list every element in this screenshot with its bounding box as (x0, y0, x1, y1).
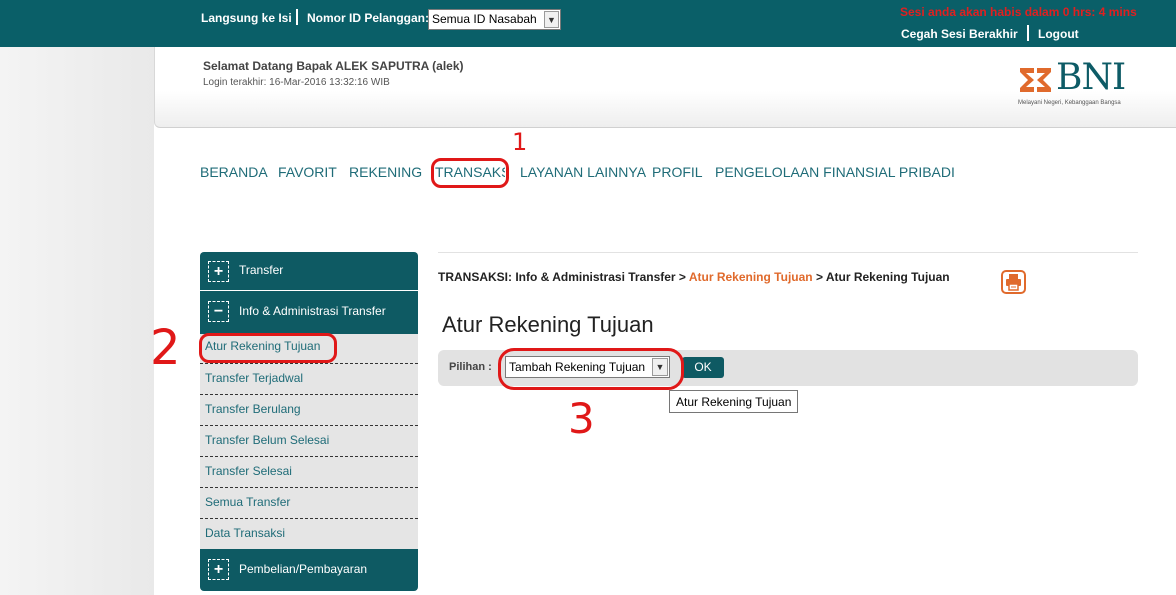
sidebar-item-transfer-terjadwal[interactable]: Transfer Terjadwal (205, 371, 303, 385)
annotation-highlight-transaksi (431, 158, 509, 188)
sidebar-submenu: Atur Rekening Tujuan Transfer Terjadwal … (200, 334, 418, 549)
sidebar-section-label: Transfer (239, 263, 284, 277)
print-icon[interactable] (1001, 270, 1026, 294)
ok-button[interactable]: OK (682, 357, 724, 378)
option-label: Pilihan : (449, 361, 492, 373)
divider (200, 425, 418, 426)
sidebar-section-label: Info & Administrasi Transfer (239, 304, 386, 318)
separator (1027, 25, 1029, 41)
nav-pengelolaan-finansial[interactable]: PENGELOLAAN FINANSIAL PRIBADI (715, 164, 955, 180)
sidebar-section-info-admin[interactable]: − Info & Administrasi Transfer (200, 291, 418, 334)
nav-profil[interactable]: PROFIL (652, 164, 703, 180)
breadcrumb: TRANSAKSI: Info & Administrasi Transfer … (438, 270, 950, 284)
divider (438, 252, 1138, 253)
breadcrumb-parent: TRANSAKSI: Info & Administrasi Transfer … (438, 270, 689, 284)
annotation-number-1: 1 (512, 128, 528, 156)
collapse-icon: − (208, 301, 229, 322)
divider (200, 363, 418, 364)
sidebar-section-transfer[interactable]: + Transfer (200, 252, 418, 290)
page-title: Atur Rekening Tujuan (442, 312, 654, 337)
customer-id-select[interactable]: Semua ID Nasabah ▼ (428, 9, 561, 30)
divider (200, 456, 418, 457)
nav-rekening[interactable]: REKENING (349, 164, 422, 180)
divider (200, 487, 418, 488)
divider (200, 394, 418, 395)
annotation-highlight-option-select (498, 348, 684, 390)
sidebar-item-transfer-berulang[interactable]: Transfer Berulang (205, 402, 301, 416)
separator (296, 9, 298, 25)
sidebar-item-transfer-belum-selesai[interactable]: Transfer Belum Selesai (205, 433, 329, 447)
session-warning: Sesi anda akan habis dalam 0 hrs: 4 mins (900, 5, 1137, 19)
nav-layanan-lainnya[interactable]: LAYANAN LAINNYA (520, 164, 646, 180)
chevron-down-icon: ▼ (544, 11, 559, 28)
logo-tagline: Melayani Negeri, Kebanggaan Bangsa (1018, 100, 1121, 106)
bni-logo: BNI Melayani Negeri, Kebanggaan Bangsa (1018, 57, 1143, 111)
sidebar-item-semua-transfer[interactable]: Semua Transfer (205, 495, 290, 509)
bni-logo-mark-icon (1020, 68, 1051, 92)
customer-id-value: Semua ID Nasabah (432, 12, 537, 26)
annotation-number-2: 2 (150, 320, 181, 376)
skip-to-content-link[interactable]: Langsung ke Isi (201, 11, 292, 25)
sidebar-section-label: Pembelian/Pembayaran (239, 562, 368, 576)
nav-favorit[interactable]: FAVORIT (278, 164, 337, 180)
breadcrumb-link[interactable]: Atur Rekening Tujuan (689, 270, 813, 284)
printer-icon (1006, 274, 1021, 291)
expand-icon: + (208, 559, 229, 580)
logout-link[interactable]: Logout (1038, 27, 1079, 41)
last-login-text: Login terakhir: 16-Mar-2016 13:32:16 WIB (203, 77, 390, 88)
annotation-number-3: 3 (568, 394, 595, 443)
annotation-highlight-atur-rekening (199, 333, 337, 363)
sidebar-item-transfer-selesai[interactable]: Transfer Selesai (205, 464, 292, 478)
breadcrumb-current: > Atur Rekening Tujuan (812, 270, 950, 284)
sidebar-item-data-transaksi[interactable]: Data Transaksi (205, 526, 285, 540)
welcome-text: Selamat Datang Bapak ALEK SAPUTRA (alek) (203, 59, 464, 73)
logo-wordmark: BNI (1056, 57, 1126, 98)
prevent-session-end-link[interactable]: Cegah Sesi Berakhir (901, 27, 1018, 41)
tooltip: Atur Rekening Tujuan (669, 390, 798, 413)
customer-id-label: Nomor ID Pelanggan: (307, 11, 430, 25)
expand-icon: + (208, 261, 229, 282)
left-background (0, 0, 154, 595)
sidebar-section-pembelian[interactable]: + Pembelian/Pembayaran (200, 549, 418, 591)
nav-beranda[interactable]: BERANDA (200, 164, 268, 180)
divider (200, 518, 418, 519)
